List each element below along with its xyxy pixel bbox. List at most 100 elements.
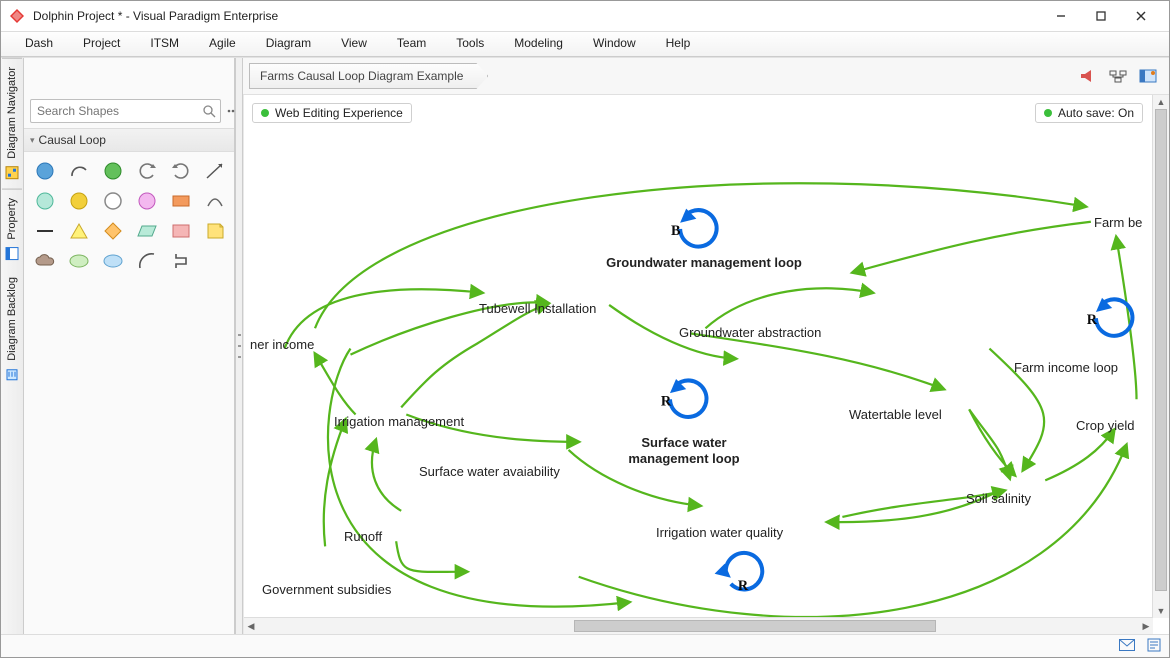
shape-triangle-yellow[interactable] [64,218,94,244]
node-surface-loop-title-1[interactable]: Surface water [614,435,754,450]
shape-arc[interactable] [64,158,94,184]
window-title: Dolphin Project * - Visual Paradigm Ente… [33,9,1041,23]
scroll-right-icon[interactable]: ▶ [1139,618,1153,634]
loop-letter-r: R [1087,312,1098,328]
note-icon[interactable] [1147,638,1161,655]
titlebar: Dolphin Project * - Visual Paradigm Ente… [1,1,1169,32]
search-input[interactable] [31,104,198,118]
backlog-icon [4,367,20,383]
menu-agile[interactable]: Agile [195,34,250,52]
shape-note-yellow[interactable] [200,218,230,244]
node-surface-water-availability[interactable]: Surface water avaiability [419,464,560,479]
app-logo-icon [9,8,25,24]
scroll-thumb[interactable] [1155,109,1167,591]
menu-help[interactable]: Help [652,34,705,52]
rail-tab-backlog[interactable]: Diagram Backlog [2,269,22,391]
scroll-up-icon[interactable]: ▲ [1153,95,1169,109]
mail-icon[interactable] [1119,639,1135,654]
menu-view[interactable]: View [327,34,381,52]
left-panel: ▾ Causal Loop [24,58,235,634]
main-area: Farms Causal Loop Diagram Example Web Ed… [243,58,1169,634]
node-groundwater-loop-title[interactable]: Groundwater management loop [574,255,834,270]
rail-tab-property[interactable]: Property [2,189,22,270]
chevron-down-icon: ▾ [30,135,35,146]
node-farm-income-loop[interactable]: Farm income loop [1014,360,1118,375]
scroll-down-icon[interactable]: ▼ [1153,604,1169,618]
loop-letter-b: B [671,223,681,239]
shape-rect-orange[interactable] [166,188,196,214]
menu-window[interactable]: Window [579,34,650,52]
rail-tab-label: Diagram Backlog [6,277,18,361]
property-icon [4,245,20,261]
shape-circle-yellow[interactable] [64,188,94,214]
scroll-thumb[interactable] [574,620,936,632]
node-watertable[interactable]: Watertable level [849,407,942,422]
node-farm-be[interactable]: Farm be [1094,215,1142,230]
loop-letter-r: R [661,393,672,409]
diagram-canvas[interactable]: Web Editing Experience Auto save: On [243,95,1169,634]
breadcrumb[interactable]: Farms Causal Loop Diagram Example [249,63,488,89]
node-tubewell[interactable]: Tubewell Installation [479,301,596,316]
app-window: Dolphin Project * - Visual Paradigm Ente… [0,0,1170,658]
shape-cloud[interactable] [30,248,60,274]
shape-circle-blue[interactable] [30,158,60,184]
palette-section-title: Causal Loop [39,133,106,147]
shape-ellipse-blue[interactable] [98,248,128,274]
node-irrigation-quality[interactable]: Irrigation water quality [656,525,783,540]
menubar: Dash Project ITSM Agile Diagram View Tea… [1,32,1169,57]
menu-dash[interactable]: Dash [11,34,67,52]
vertical-scrollbar[interactable]: ▲ ▼ [1152,95,1169,618]
loop-letter-r: R [738,578,749,594]
search-icon [198,105,220,118]
rail-tab-label: Diagram Navigator [6,67,18,159]
status-bar [1,634,1169,657]
shape-search[interactable] [30,99,221,123]
shape-palette [24,152,234,280]
shape-bracket[interactable] [166,248,196,274]
scroll-left-icon[interactable]: ◀ [244,618,258,634]
menu-team[interactable]: Team [383,34,440,52]
maximize-button[interactable] [1081,3,1121,29]
menu-itsm[interactable]: ITSM [136,34,193,52]
shape-line[interactable] [30,218,60,244]
node-income[interactable]: ner income [250,337,314,352]
shape-diamond-orange[interactable] [98,218,128,244]
side-rail: Diagram Navigator Property Diagram Backl… [1,58,24,634]
panel-toggle-button[interactable] [1133,63,1163,89]
close-button[interactable] [1121,3,1161,29]
node-ground-abstraction[interactable]: Groundwater abstraction [679,325,821,340]
shape-circle-gray[interactable] [98,188,128,214]
node-soil-salinity[interactable]: Soil salinity [966,491,1031,506]
shape-circle-green[interactable] [98,158,128,184]
shape-curve[interactable] [200,188,230,214]
shape-rect-pink[interactable] [166,218,196,244]
rail-tab-diagram-navigator[interactable]: Diagram Navigator [2,58,22,189]
node-runoff[interactable]: Runoff [344,529,382,544]
menu-diagram[interactable]: Diagram [252,34,325,52]
top-toolbar: Farms Causal Loop Diagram Example [243,58,1169,95]
node-irrigation-management[interactable]: Irrigation management [334,414,464,429]
shape-circle-pink[interactable] [132,188,162,214]
shape-parallelogram[interactable] [132,218,162,244]
node-surface-loop-title-2[interactable]: management loop [614,451,754,466]
announce-button[interactable] [1073,63,1103,89]
menu-project[interactable]: Project [69,34,134,52]
shape-circle-teal[interactable] [30,188,60,214]
node-crop-yield[interactable]: Crop yield [1076,418,1135,433]
shape-arrow-line[interactable] [200,158,230,184]
vertical-splitter[interactable] [235,58,243,634]
menu-tools[interactable]: Tools [442,34,498,52]
body: Diagram Navigator Property Diagram Backl… [1,57,1169,634]
shape-ellipse-green[interactable] [64,248,94,274]
rail-tab-label: Property [6,198,18,240]
node-gov-subsidies[interactable]: Government subsidies [262,582,391,597]
menu-modeling[interactable]: Modeling [500,34,577,52]
horizontal-scrollbar[interactable]: ◀ ▶ [244,617,1153,634]
minimize-button[interactable] [1041,3,1081,29]
navigator-icon [4,165,20,181]
layout-button[interactable] [1103,63,1133,89]
shape-quarter-arc[interactable] [132,248,162,274]
shape-loop-cw-icon[interactable] [166,158,196,184]
palette-section-header[interactable]: ▾ Causal Loop [24,128,234,152]
shape-loop-ccw-icon[interactable] [132,158,162,184]
